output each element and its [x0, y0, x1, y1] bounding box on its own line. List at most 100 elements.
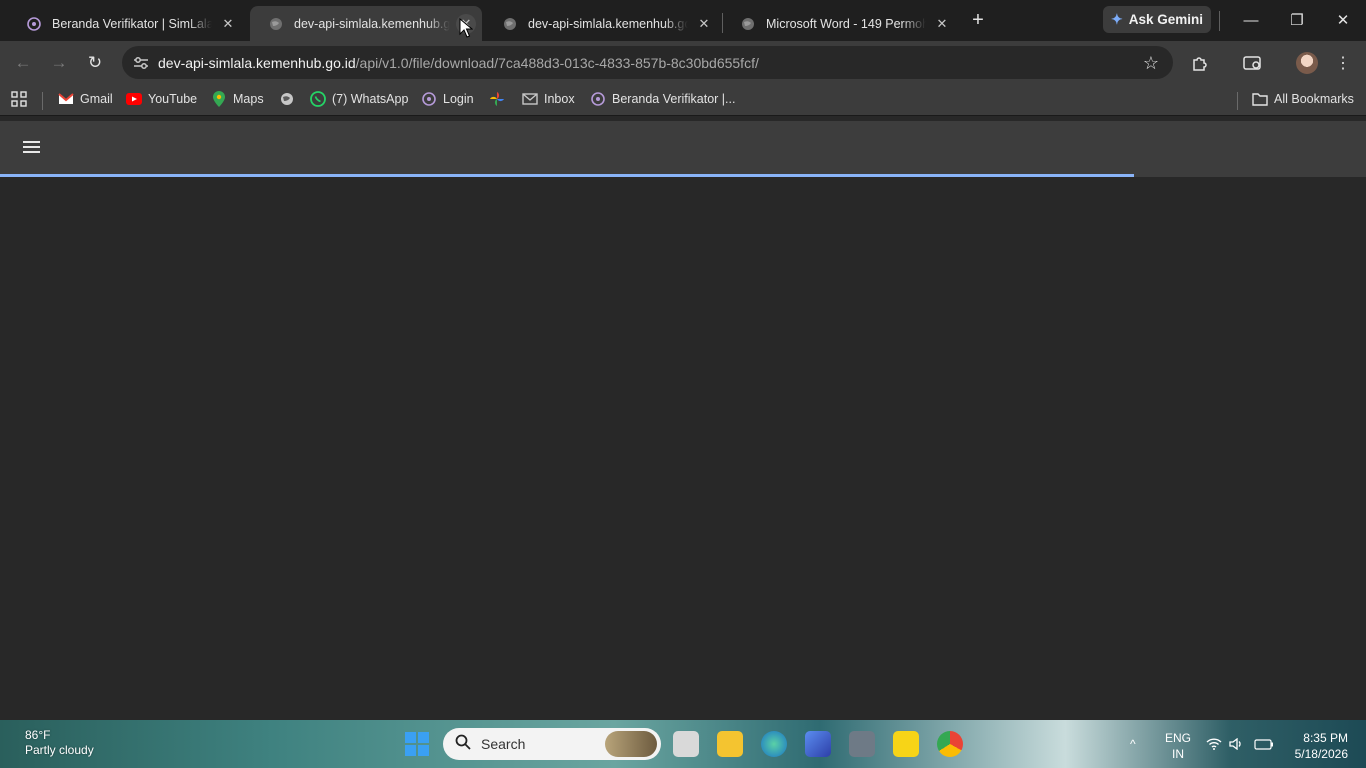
- bookmark-label: Login: [443, 92, 474, 106]
- clock-time: 8:35 PM: [1303, 731, 1348, 745]
- extensions-icon[interactable]: [1188, 51, 1212, 75]
- windows-start-button[interactable]: [405, 732, 429, 756]
- pdf-viewer-toolbar: [0, 121, 1366, 174]
- file-explorer-icon[interactable]: [717, 731, 743, 757]
- mail-icon: [522, 91, 538, 107]
- bookmark-label: Maps: [233, 92, 264, 106]
- task-view-icon[interactable]: [673, 731, 699, 757]
- simlala-favicon-icon: [26, 16, 42, 32]
- browser-toolbar: ← → ↻ dev-api-simlala.kemenhub.go.id/api…: [0, 41, 1366, 84]
- menu-icon[interactable]: [23, 141, 40, 153]
- youtube-icon: [126, 91, 142, 107]
- maps-icon: [211, 91, 227, 107]
- url-host: dev-api-simlala.kemenhub.go.id: [158, 54, 356, 71]
- bookmark-inbox[interactable]: Inbox: [522, 91, 575, 107]
- bookmarks-bar: Gmail YouTube Maps (7) WhatsApp Login In…: [0, 84, 1366, 116]
- windows-taskbar: 86°F Partly cloudy Search ^ ENG IN 8:35 …: [0, 720, 1366, 768]
- tab-title: dev-api-simlala.kemenhub.go.id: [294, 16, 450, 31]
- ask-gemini-button[interactable]: ✦ Ask Gemini: [1103, 6, 1211, 33]
- mouse-cursor-icon: [459, 18, 473, 38]
- bookmark-beranda-verifikator[interactable]: Beranda Verifikator |...: [590, 91, 735, 107]
- gemini-sparkle-icon: ✦: [1111, 11, 1123, 27]
- edge-browser-icon[interactable]: [761, 731, 787, 757]
- sticky-notes-icon[interactable]: [893, 731, 919, 757]
- url-text: dev-api-simlala.kemenhub.go.id/api/v1.0/…: [158, 55, 759, 71]
- photos-icon: [489, 91, 505, 107]
- minimize-button[interactable]: —: [1228, 0, 1274, 40]
- bookmark-label: Beranda Verifikator |...: [612, 92, 736, 106]
- bookmark-globe[interactable]: [279, 91, 301, 107]
- ask-gemini-label: Ask Gemini: [1128, 12, 1204, 27]
- tab-title: dev-api-simlala.kemenhub.go.id: [528, 16, 688, 31]
- tab-beranda-verifikator[interactable]: Beranda Verifikator | SimLala ✕: [8, 6, 244, 41]
- chrome-icon[interactable]: [937, 731, 963, 757]
- bookmark-star-icon[interactable]: ☆: [1143, 53, 1159, 74]
- tab-dev-api-2[interactable]: dev-api-simlala.kemenhub.go.id ✕: [484, 6, 720, 41]
- bookmark-label: Inbox: [544, 92, 575, 106]
- tab-microsoft-word[interactable]: Microsoft Word - 149 Permohonan ✕: [722, 6, 958, 41]
- reload-button[interactable]: ↻: [81, 49, 109, 77]
- url-path: /api/v1.0/file/download/7ca488d3-013c-48…: [355, 54, 759, 71]
- weather-description: Partly cloudy: [25, 743, 94, 757]
- bookmark-divider: [42, 92, 43, 110]
- copilot-icon[interactable]: [805, 731, 831, 757]
- battery-icon[interactable]: [1254, 720, 1274, 768]
- restore-button[interactable]: ❐: [1274, 0, 1320, 40]
- tab-close-icon[interactable]: ✕: [932, 14, 952, 34]
- all-bookmarks-label: All Bookmarks: [1274, 92, 1354, 106]
- bookmark-label: (7) WhatsApp: [332, 92, 409, 106]
- language-code: ENG: [1165, 731, 1192, 745]
- globe-icon: [279, 91, 295, 107]
- globe-icon: [740, 16, 756, 32]
- bookmark-whatsapp[interactable]: (7) WhatsApp: [310, 91, 408, 107]
- tab-search-icon[interactable]: [1241, 51, 1265, 75]
- apps-grid-icon: [11, 91, 27, 107]
- tab-strip: Beranda Verifikator | SimLala ✕ dev-api-…: [0, 0, 1366, 41]
- new-tab-button[interactable]: +: [966, 8, 990, 32]
- bookmark-label: YouTube: [148, 92, 198, 106]
- gmail-icon: [58, 91, 74, 107]
- search-highlight-image: [605, 731, 657, 757]
- search-label: Search: [481, 736, 526, 752]
- forward-button[interactable]: →: [45, 49, 73, 77]
- system-clock[interactable]: 8:35 PM 5/18/2026: [1288, 730, 1348, 762]
- tab-title: Beranda Verifikator | SimLala: [52, 16, 212, 31]
- clock-date: 5/18/2026: [1294, 747, 1348, 761]
- tab-close-icon[interactable]: ✕: [218, 14, 238, 34]
- apps-grid-button[interactable]: [11, 91, 33, 107]
- profile-avatar[interactable]: [1296, 52, 1318, 74]
- bookmark-youtube[interactable]: YouTube: [126, 91, 197, 107]
- more-menu-icon[interactable]: ⋮: [1331, 51, 1355, 75]
- search-icon: [455, 734, 471, 754]
- document-viewport: [0, 177, 1366, 720]
- language-indicator[interactable]: ENG IN: [1165, 730, 1191, 762]
- tab-title: Microsoft Word - 149 Permohonan: [766, 16, 926, 31]
- globe-icon: [502, 16, 518, 32]
- tab-dev-api-active[interactable]: dev-api-simlala.kemenhub.go.id ✕: [250, 6, 482, 41]
- show-hidden-icons-button[interactable]: ^: [1130, 720, 1136, 768]
- weather-widget[interactable]: 86°F Partly cloudy: [25, 728, 94, 758]
- camera-icon[interactable]: [849, 731, 875, 757]
- simlala-icon: [421, 91, 437, 107]
- bookmark-login[interactable]: Login: [421, 91, 474, 107]
- wifi-icon[interactable]: [1206, 720, 1222, 768]
- volume-icon[interactable]: [1229, 720, 1243, 768]
- close-window-button[interactable]: ✕: [1320, 0, 1366, 40]
- tab-close-icon[interactable]: ✕: [694, 14, 714, 34]
- site-info-icon[interactable]: [124, 56, 158, 70]
- simlala-icon: [590, 91, 606, 107]
- all-bookmarks-button[interactable]: All Bookmarks: [1252, 91, 1354, 107]
- bookmark-divider: [1237, 92, 1238, 110]
- address-bar[interactable]: dev-api-simlala.kemenhub.go.id/api/v1.0/…: [122, 46, 1173, 79]
- back-button[interactable]: ←: [9, 49, 37, 77]
- region-code: IN: [1172, 747, 1184, 761]
- bookmark-label: Gmail: [80, 92, 113, 106]
- bookmark-photos[interactable]: [489, 91, 511, 107]
- bookmark-gmail[interactable]: Gmail: [58, 91, 113, 107]
- folder-icon: [1252, 91, 1268, 107]
- globe-icon: [268, 16, 284, 32]
- bookmark-maps[interactable]: Maps: [211, 91, 264, 107]
- toolbar-divider: [1219, 11, 1220, 31]
- taskbar-search[interactable]: Search: [443, 728, 661, 760]
- whatsapp-icon: [310, 91, 326, 107]
